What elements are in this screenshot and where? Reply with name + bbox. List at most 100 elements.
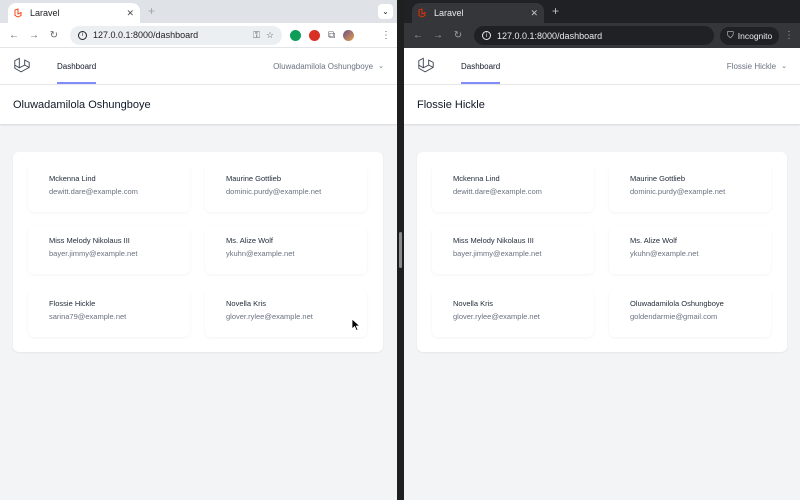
user-card: Ms. Alize Wolf ykuhn@example.net	[205, 226, 367, 274]
page-title: Oluwadamilola Oshungboye	[13, 98, 151, 111]
user-name: Oluwadamilola Oshungboye	[273, 61, 374, 71]
user-card: Mckenna Lind dewitt.dare@example.com	[28, 164, 190, 212]
new-tab-icon[interactable]: +	[148, 4, 155, 18]
user-card-name: Flossie Hickle	[49, 299, 96, 308]
user-card: Maurine Gottlieb dominic.purdy@example.n…	[205, 164, 367, 212]
browser-window-right: Laravel ✕ + ← → ↻ i 127.0.0.1:8000/dashb…	[404, 0, 800, 500]
page-header: Oluwadamilola Oshungboye	[0, 85, 397, 124]
split-screen: Laravel ✕ + ⌄ ← → ↻ i 127.0.0.1:8000/das…	[0, 0, 800, 500]
key-icon[interactable]: ⚿	[253, 30, 260, 41]
tab-search-icon[interactable]: ⌄	[378, 4, 393, 19]
site-info-icon[interactable]: i	[78, 30, 87, 40]
url-text: 127.0.0.1:8000/dashboard	[93, 30, 199, 40]
user-card-name: Mckenna Lind	[453, 174, 500, 183]
user-dropdown[interactable]: Oluwadamilola Oshungboye ⌄	[273, 48, 384, 84]
user-name: Flossie Hickle	[726, 61, 777, 71]
user-card-email: glover.rylee@example.net	[226, 312, 313, 321]
user-card-email: dominic.purdy@example.net	[226, 187, 322, 196]
user-card-email: goldendarmie@gmail.com	[630, 312, 718, 321]
new-tab-icon[interactable]: +	[552, 4, 559, 18]
address-bar[interactable]: i 127.0.0.1:8000/dashboard ⚿ ☆	[70, 25, 282, 45]
forward-icon[interactable]: →	[430, 30, 446, 41]
user-card-name: Ms. Alize Wolf	[226, 236, 273, 245]
extension-icon[interactable]	[290, 29, 301, 41]
user-card: Oluwadamilola Oshungboye goldendarmie@gm…	[609, 289, 771, 337]
user-card-email: sarina79@example.net	[49, 312, 127, 321]
user-card: Novella Kris glover.rylee@example.net	[432, 289, 594, 337]
incognito-label: Incognito	[737, 30, 773, 41]
avatar[interactable]	[343, 29, 355, 41]
user-card-name: Oluwadamilola Oshungboye	[630, 299, 724, 308]
split-divider[interactable]	[397, 0, 404, 500]
user-card-email: dewitt.dare@example.com	[453, 187, 542, 196]
reload-icon[interactable]: ↻	[450, 30, 466, 41]
user-card-name: Miss Melody Nikolaus III	[453, 236, 534, 245]
laravel-logo-icon[interactable]	[417, 47, 437, 84]
back-icon[interactable]: ←	[6, 30, 22, 41]
user-card-email: ykuhn@example.net	[630, 249, 699, 258]
address-bar[interactable]: i 127.0.0.1:8000/dashboard	[474, 26, 714, 45]
user-card: Miss Melody Nikolaus III bayer.jimmy@exa…	[28, 226, 190, 274]
extension-icon[interactable]	[309, 29, 320, 41]
back-icon[interactable]: ←	[410, 30, 426, 41]
page-title: Flossie Hickle	[417, 98, 485, 111]
incognito-icon: ⛉	[727, 30, 734, 40]
user-card: Flossie Hickle sarina79@example.net	[28, 289, 190, 337]
user-card-name: Novella Kris	[453, 299, 494, 308]
user-card: Ms. Alize Wolf ykuhn@example.net	[609, 226, 771, 274]
user-card-email: dewitt.dare@example.com	[49, 187, 138, 196]
browser-toolbar: ← → ↻ i 127.0.0.1:8000/dashboard ⛉ Incog…	[404, 23, 800, 48]
dashboard-page: Dashboard Oluwadamilola Oshungboye ⌄ Olu…	[0, 48, 397, 500]
user-card: Maurine Gottlieb dominic.purdy@example.n…	[609, 164, 771, 212]
tab-strip: Laravel ✕ +	[404, 0, 800, 23]
user-card-email: ykuhn@example.net	[226, 249, 295, 258]
forward-icon[interactable]: →	[26, 30, 42, 41]
dashboard-page: Dashboard Flossie Hickle ⌄ Flossie Hickl…	[404, 48, 800, 500]
user-card-name: Mckenna Lind	[49, 174, 96, 183]
user-card: Miss Melody Nikolaus III bayer.jimmy@exa…	[432, 226, 594, 274]
tab-title: Laravel	[434, 8, 464, 18]
browser-tab[interactable]: Laravel ✕	[412, 3, 544, 23]
site-info-icon[interactable]: i	[482, 31, 491, 40]
laravel-icon	[14, 8, 24, 18]
incognito-badge[interactable]: ⛉ Incognito	[720, 26, 780, 45]
page-header: Flossie Hickle	[404, 85, 800, 124]
user-card-name: Novella Kris	[226, 299, 267, 308]
divider-grip[interactable]	[399, 232, 402, 268]
url-text: 127.0.0.1:8000/dashboard	[497, 30, 603, 41]
user-card-email: dominic.purdy@example.net	[630, 187, 726, 196]
close-tab-icon[interactable]: ✕	[530, 8, 538, 19]
chevron-down-icon: ⌄	[781, 63, 787, 70]
user-card: Mckenna Lind dewitt.dare@example.com	[432, 164, 594, 212]
nav-link-dashboard[interactable]: Dashboard	[57, 48, 97, 84]
user-card-email: glover.rylee@example.net	[453, 312, 540, 321]
laravel-icon	[418, 8, 428, 18]
user-card-name: Maurine Gottlieb	[630, 174, 686, 183]
user-card-email: bayer.jimmy@example.net	[453, 249, 542, 258]
app-navbar: Dashboard Oluwadamilola Oshungboye ⌄	[0, 48, 397, 85]
extensions-puzzle-icon[interactable]: ⧉	[328, 30, 335, 41]
users-panel: Mckenna Lind dewitt.dare@example.com Mau…	[13, 152, 383, 352]
bookmark-star-icon[interactable]: ☆	[266, 30, 274, 41]
user-card-name: Miss Melody Nikolaus III	[49, 236, 130, 245]
nav-link-dashboard[interactable]: Dashboard	[461, 48, 501, 84]
menu-kebab-icon[interactable]: ⋮	[784, 30, 794, 41]
tab-title: Laravel	[30, 8, 60, 18]
user-card-name: Maurine Gottlieb	[226, 174, 282, 183]
app-navbar: Dashboard Flossie Hickle ⌄	[404, 48, 800, 85]
mouse-cursor-icon	[351, 318, 361, 332]
user-card: Novella Kris glover.rylee@example.net	[205, 289, 367, 337]
close-tab-icon[interactable]: ✕	[126, 8, 134, 19]
tab-strip: Laravel ✕ + ⌄	[0, 0, 397, 23]
reload-icon[interactable]: ↻	[46, 30, 62, 41]
chevron-down-icon: ⌄	[378, 63, 384, 70]
menu-kebab-icon[interactable]: ⋮	[381, 30, 391, 41]
laravel-logo-icon[interactable]	[13, 47, 33, 84]
user-card-email: bayer.jimmy@example.net	[49, 249, 138, 258]
browser-window-left: Laravel ✕ + ⌄ ← → ↻ i 127.0.0.1:8000/das…	[0, 0, 397, 500]
user-card-name: Ms. Alize Wolf	[630, 236, 677, 245]
browser-toolbar: ← → ↻ i 127.0.0.1:8000/dashboard ⚿ ☆ ⧉ ⋮	[0, 23, 397, 48]
users-panel: Mckenna Lind dewitt.dare@example.com Mau…	[417, 152, 787, 352]
user-dropdown[interactable]: Flossie Hickle ⌄	[727, 48, 787, 84]
browser-tab[interactable]: Laravel ✕	[8, 3, 140, 23]
